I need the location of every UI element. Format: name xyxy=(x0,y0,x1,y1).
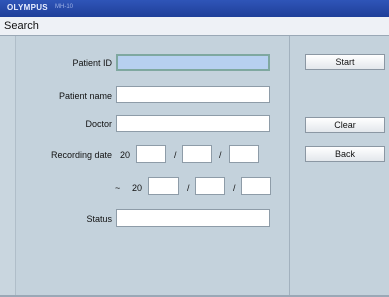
start-button[interactable]: Start xyxy=(305,54,385,70)
clear-button[interactable]: Clear xyxy=(305,117,385,133)
date-from-day-input[interactable] xyxy=(229,145,259,163)
patient-id-input[interactable] xyxy=(116,54,270,71)
date-to-century: 20 xyxy=(132,183,143,193)
date-from-month-input[interactable] xyxy=(182,145,212,163)
brand-logo: OLYMPUS xyxy=(7,3,48,12)
date-from-sep-2: / xyxy=(219,150,222,160)
button-panel xyxy=(289,36,389,297)
page-title: Search xyxy=(4,20,39,32)
recording-date-label: Recording date xyxy=(50,150,112,160)
patient-name-label: Patient name xyxy=(58,91,112,101)
status-input[interactable] xyxy=(116,209,270,227)
form-panel xyxy=(15,36,289,296)
patient-id-label: Patient ID xyxy=(72,58,112,68)
date-to-month-input[interactable] xyxy=(195,177,225,195)
date-from-century: 20 xyxy=(120,150,131,160)
patient-name-input[interactable] xyxy=(116,86,270,103)
date-to-sep-2: / xyxy=(233,183,236,193)
range-tilde: ~ xyxy=(115,183,121,193)
date-to-day-input[interactable] xyxy=(241,177,271,195)
date-from-year-input[interactable] xyxy=(136,145,166,163)
doctor-label: Doctor xyxy=(85,119,112,129)
title-bar: OLYMPUS MH-10 xyxy=(0,0,389,17)
doctor-input[interactable] xyxy=(116,115,270,132)
header-bar: Search xyxy=(0,17,389,36)
date-from-sep-1: / xyxy=(174,150,177,160)
model-label: MH-10 xyxy=(55,4,74,10)
status-label: Status xyxy=(86,214,112,224)
date-to-sep-1: / xyxy=(187,183,190,193)
date-to-year-input[interactable] xyxy=(148,177,179,195)
back-button[interactable]: Back xyxy=(305,146,385,162)
